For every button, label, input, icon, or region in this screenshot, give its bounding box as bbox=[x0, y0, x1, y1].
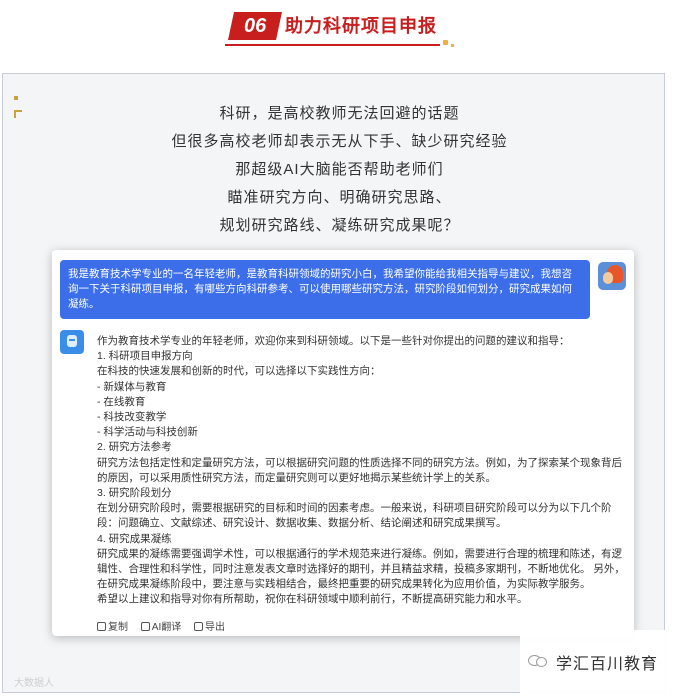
intro-line: 规划研究路线、凝练研究成果呢？ bbox=[219, 217, 460, 234]
user-message-row: 我是教育技术学专业的一名年轻老师，是教育科研领域的研究小白，我希望你能给我相关指… bbox=[60, 260, 626, 319]
translate-icon bbox=[140, 622, 150, 631]
user-message-bubble: 我是教育技术学专业的一名年轻老师，是教育科研领域的研究小白，我希望你能给我相关指… bbox=[60, 260, 590, 319]
ai-response-line: 4. 研究成果凝练 bbox=[97, 532, 172, 545]
ai-response-line: 研究方法包括定性和定量研究方法，可以根据研究问题的性质选择不同的研究方法。例如，… bbox=[97, 456, 622, 484]
header-underline bbox=[225, 44, 440, 46]
ai-response-line: 在科技的快速发展和创新的时代，可以选择以下实践性方向： bbox=[97, 365, 381, 378]
intro-line: 瞄准研究方向、明确研究思路、 bbox=[227, 189, 452, 206]
export-button[interactable]: 导出 bbox=[194, 618, 225, 633]
ai-response-line: 作为教育技术学专业的年轻老师，欢迎你来到科研领域。以下是一些针对你提出的问题的建… bbox=[97, 335, 570, 347]
ai-response-line: 研究成果的凝练需要强调学术性，可以根据通行的学术规范来进行凝练。例如，需要进行合… bbox=[97, 547, 625, 591]
watermark-left: 大数据人 bbox=[14, 678, 54, 689]
message-actions: 复制 AI翻译 导出 bbox=[97, 618, 235, 633]
ai-avatar bbox=[60, 330, 84, 354]
ai-translate-button[interactable]: AI翻译 bbox=[140, 618, 181, 633]
section-header: 06 助力科研项目申报 bbox=[225, 10, 455, 47]
watermark-text: 学汇百川教育 bbox=[556, 656, 659, 673]
intro-line: 那超级AI大脑能否帮助老师们 bbox=[235, 161, 444, 178]
chat-window: 我是教育技术学专业的一名年轻老师，是教育科研领域的研究小白，我希望你能给我相关指… bbox=[52, 250, 634, 636]
header-accent-dot bbox=[443, 40, 448, 45]
ai-response: 作为教育技术学专业的年轻老师，欢迎你来到科研领域。以下是一些针对你提出的问题的建… bbox=[97, 334, 627, 608]
user-avatar bbox=[598, 262, 626, 290]
intro-text: 科研，是高校教师无法回避的话题 但很多高校老师却表示无从下手、缺少研究经验 那超… bbox=[0, 100, 679, 240]
ai-response-line: - 在线教育 bbox=[97, 395, 146, 408]
ai-response-line: 希望以上建议和指导对你有所帮助，祝你在科研领域中顺利前行，不断提高研究能力和水平… bbox=[97, 593, 528, 606]
copy-button[interactable]: 复制 bbox=[97, 618, 128, 633]
header-accent-dot-small bbox=[451, 44, 454, 47]
intro-line: 但很多高校老师却表示无从下手、缺少研究经验 bbox=[171, 133, 508, 150]
ai-response-line: 在划分研究阶段时，需要根据研究的目标和时间的因素考虑。一般来说，科研项目研究阶段… bbox=[97, 502, 612, 530]
export-icon bbox=[194, 622, 204, 631]
copy-icon bbox=[97, 622, 106, 631]
ai-response-line: 2. 研究方法参考 bbox=[97, 441, 172, 454]
ai-response-line: - 科学活动与科技创新 bbox=[97, 426, 198, 439]
ai-response-line: 3. 研究阶段划分 bbox=[97, 487, 172, 500]
wechat-icon bbox=[528, 653, 550, 669]
ai-response-line: 1. 科研项目申报方向 bbox=[97, 350, 193, 363]
intro-line: 科研，是高校教师无法回避的话题 bbox=[219, 105, 460, 122]
section-number-badge: 06 bbox=[228, 12, 282, 40]
ai-response-line: - 科技改变教学 bbox=[97, 411, 167, 424]
ai-response-line: - 新媒体与教育 bbox=[97, 380, 167, 393]
section-title: 助力科研项目申报 bbox=[285, 16, 437, 36]
